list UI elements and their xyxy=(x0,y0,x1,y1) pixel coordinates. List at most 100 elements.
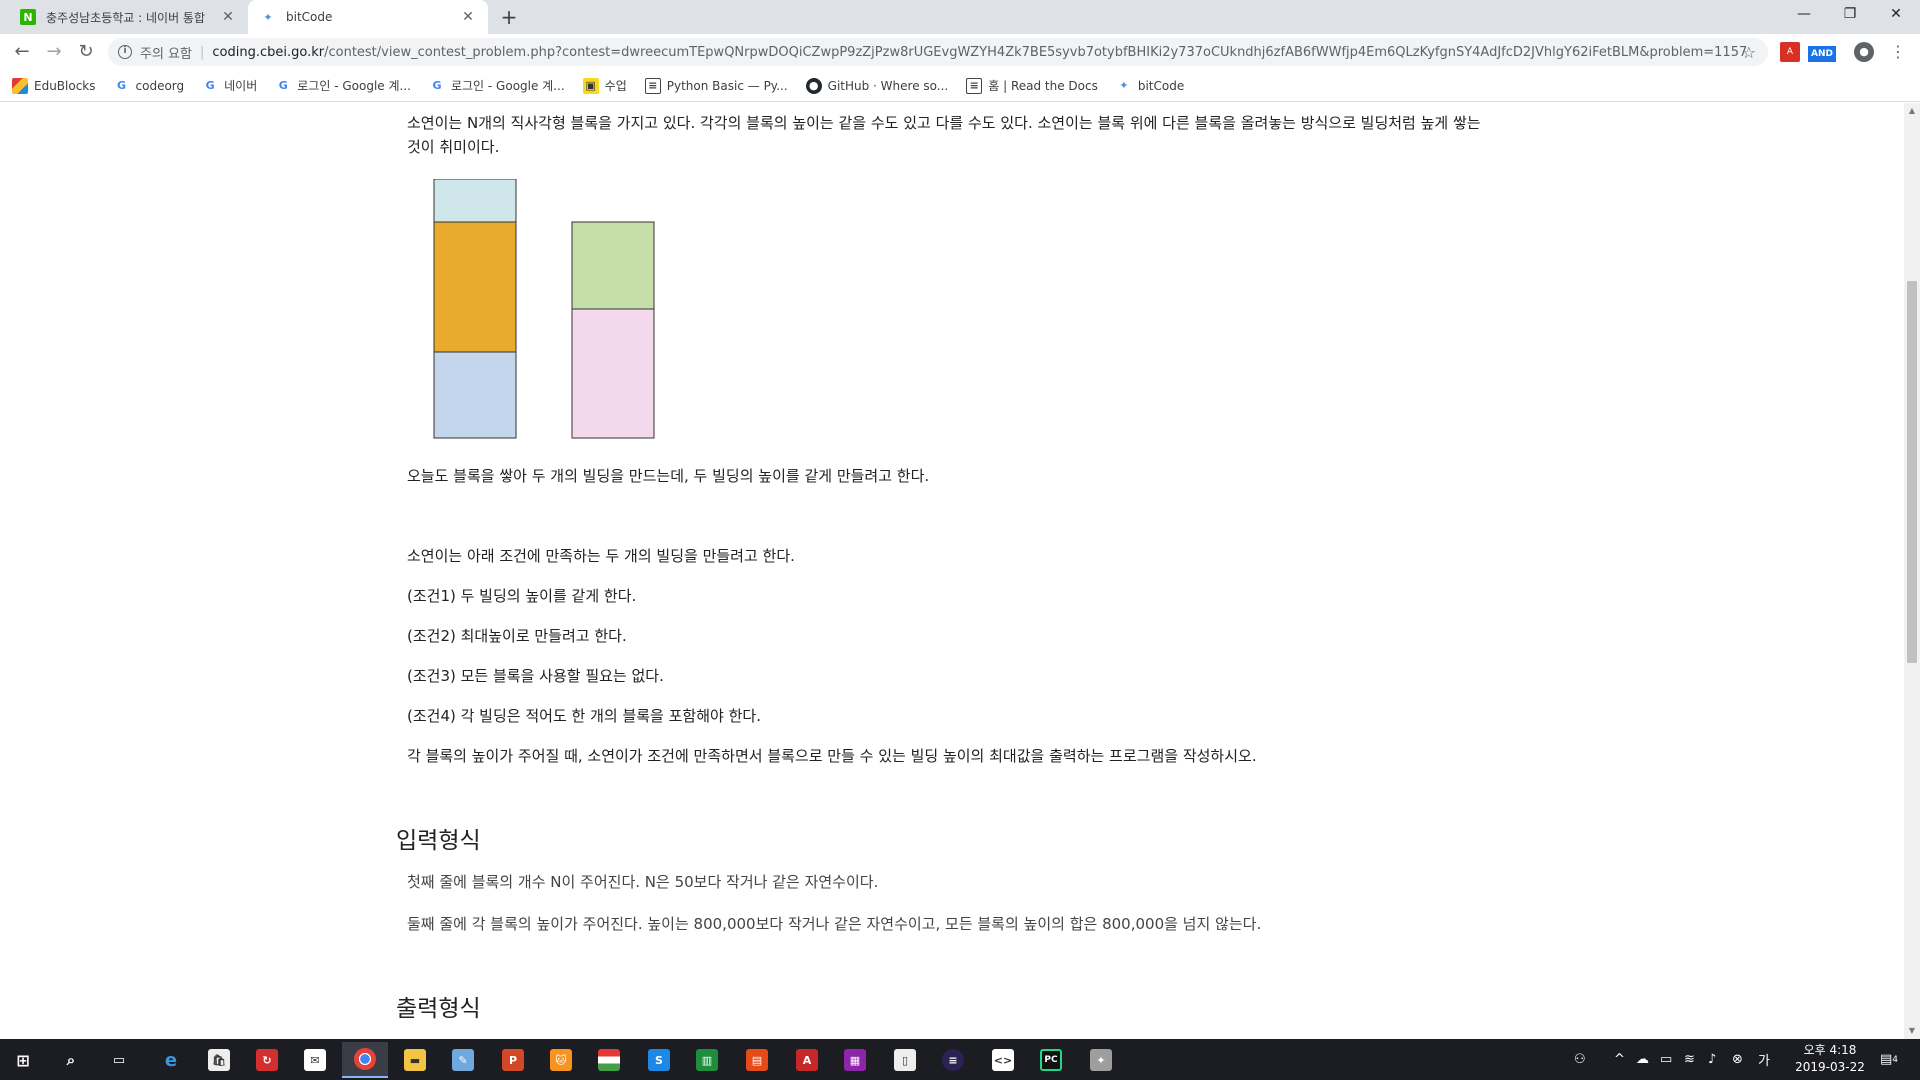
bookmark-readthedocs[interactable]: ≡ 홈 | Read the Docs xyxy=(966,77,1098,94)
taskbar-mail[interactable]: ✉ xyxy=(292,1042,338,1078)
tray-expand-icon[interactable]: ^ xyxy=(1614,1039,1625,1080)
menu-icon[interactable]: ⋮ xyxy=(1888,42,1908,62)
tab-naver[interactable]: N 충주성남초등학교 : 네이버 통합 ✕ xyxy=(8,0,248,34)
folder-icon: ▬ xyxy=(404,1049,426,1071)
taskbar-app-misc[interactable]: ✦ xyxy=(1078,1042,1124,1078)
info-icon[interactable]: i xyxy=(118,45,132,59)
action-center-icon[interactable]: ▤ 4 xyxy=(1880,1039,1898,1080)
bookmark-label: codeorg xyxy=(135,78,185,93)
bookmark-google-login-1[interactable]: G 로그인 - Google 계... xyxy=(275,77,411,94)
onedrive-icon[interactable]: ☁ xyxy=(1636,1039,1649,1080)
google-icon: G xyxy=(205,79,215,92)
taskbar-store[interactable]: 🛍 xyxy=(196,1042,242,1078)
bookmark-github[interactable]: ● GitHub · Where so... xyxy=(805,77,949,94)
bookmark-python-basic[interactable]: ≡ Python Basic — Py... xyxy=(644,77,788,94)
taskbar-app-blue[interactable]: ✎ xyxy=(440,1042,486,1078)
url-path: /contest/view_contest_problem.php?contes… xyxy=(324,44,1748,60)
taskbar-app-teal[interactable]: S xyxy=(636,1042,682,1078)
search-button[interactable]: ⌕ xyxy=(48,1042,94,1078)
block-right-top xyxy=(571,221,655,310)
block-left-bottom xyxy=(433,351,517,439)
taskbar-app-purple[interactable]: ▦ xyxy=(832,1042,878,1078)
bookmark-label: bitCode xyxy=(1137,78,1185,93)
windows-icon: ⊞ xyxy=(16,1050,30,1070)
bookmark-class[interactable]: ▣ 수업 xyxy=(582,77,627,94)
tab-bitcode[interactable]: ✦ bitCode ✕ xyxy=(248,0,488,34)
github-icon: ● xyxy=(805,77,822,94)
condition-1: (조건1) 두 빌딩의 높이를 같게 한다. xyxy=(407,587,637,605)
bookmark-codeorg[interactable]: Gcodeorg xyxy=(114,78,185,94)
taskbar-app-red[interactable]: ↻ xyxy=(244,1042,290,1078)
naver-icon: N xyxy=(20,9,36,25)
problem-content: 소연이는 N개의 직사각형 블록을 가지고 있다. 각각의 블록의 높이는 같을… xyxy=(0,103,1904,1039)
back-button[interactable]: ← xyxy=(10,40,34,64)
taskbar-sheets[interactable]: ▥ xyxy=(684,1042,730,1078)
store-icon: 🛍 xyxy=(208,1049,230,1071)
scroll-up-icon[interactable]: ▲ xyxy=(1904,103,1920,119)
taskbar-chrome[interactable] xyxy=(342,1042,388,1078)
bookmark-naver[interactable]: G 네이버 xyxy=(202,77,258,94)
start-button[interactable]: ⊞ xyxy=(0,1042,46,1078)
app-icon xyxy=(598,1049,620,1071)
close-window-button[interactable]: ✕ xyxy=(1868,0,1920,30)
tab-title: 충주성남초등학교 : 네이버 통합 xyxy=(46,10,206,25)
taskbar-app-stripe[interactable] xyxy=(586,1042,632,1078)
address-bar[interactable]: i 주의 요함 | coding.cbei.go.kr /contest/vie… xyxy=(108,38,1768,66)
input-line1: 첫째 줄에 블록의 개수 N이 주어진다. N은 50보다 작거나 같은 자연수… xyxy=(407,873,879,891)
reload-button[interactable]: ↻ xyxy=(74,40,98,64)
windows-taskbar: ⊞ ⌕ ▭ e 🛍 ↻ ✉ ▬ ✎ P 🐱 S ▥ ▤ A ▦ ▯ ≡ <> P… xyxy=(0,1039,1920,1080)
forward-button[interactable]: → xyxy=(42,40,66,64)
building-blocks-illustration xyxy=(433,179,655,439)
bookmark-label: 네이버 xyxy=(224,79,258,93)
google-icon: G xyxy=(432,79,442,92)
code-editor-icon: <> xyxy=(992,1049,1014,1071)
taskbar-code[interactable]: <> xyxy=(980,1042,1026,1078)
eclipse-icon: ≡ xyxy=(942,1049,964,1071)
tab-title: bitCode xyxy=(286,10,333,24)
wifi-icon[interactable]: ≋ xyxy=(1684,1039,1695,1080)
ime-icon[interactable]: 가 xyxy=(1758,1039,1770,1080)
taskbar-doc[interactable]: ▯ xyxy=(882,1042,928,1078)
disconnected-icon[interactable]: ⊗ xyxy=(1732,1039,1743,1080)
close-icon[interactable]: ✕ xyxy=(220,9,236,25)
task-view-button[interactable]: ▭ xyxy=(96,1042,142,1078)
close-icon[interactable]: ✕ xyxy=(460,9,476,25)
condition-4: (조건4) 각 빌딩은 적어도 한 개의 블록을 포함해야 한다. xyxy=(407,707,761,725)
taskbar-explorer[interactable]: ▬ xyxy=(392,1042,438,1078)
system-clock[interactable]: 오후 4:18 2019-03-22 xyxy=(1790,1042,1870,1076)
taskbar-slides[interactable]: ▤ xyxy=(734,1042,780,1078)
problem-line2: 소연이는 아래 조건에 만족하는 두 개의 빌딩을 만들려고 한다. xyxy=(407,547,795,565)
edublocks-icon xyxy=(12,77,28,94)
app-icon: S xyxy=(648,1049,670,1071)
battery-icon[interactable]: ▭ xyxy=(1660,1039,1672,1080)
bookmark-label: GitHub · Where so... xyxy=(827,78,949,93)
clock-time: 오후 4:18 xyxy=(1803,1043,1857,1057)
bookmark-star-icon[interactable]: ☆ xyxy=(1742,43,1756,62)
bookmark-bitcode[interactable]: ✦ bitCode xyxy=(1116,78,1184,94)
security-label: 주의 요함 xyxy=(140,46,192,62)
taskbar-pycharm[interactable]: PC xyxy=(1028,1042,1074,1078)
taskbar-edge[interactable]: e xyxy=(148,1042,194,1078)
new-tab-button[interactable]: + xyxy=(496,4,522,30)
and-extension-icon[interactable]: AND xyxy=(1808,46,1836,62)
notification-count: 4 xyxy=(1892,1054,1899,1065)
pycharm-icon: PC xyxy=(1040,1049,1062,1071)
vertical-scrollbar[interactable]: ▲ ▼ xyxy=(1904,103,1920,1039)
scroll-down-icon[interactable]: ▼ xyxy=(1904,1023,1920,1039)
bookmarks-bar: EduBlocks Gcodeorg G 네이버 G 로그인 - Google 계.… xyxy=(0,70,1920,102)
pdf-extension-icon[interactable]: A xyxy=(1780,42,1800,62)
google-icon: G xyxy=(117,79,127,92)
output-heading: 출력형식 xyxy=(396,996,481,1022)
slides-icon: ▤ xyxy=(746,1049,768,1071)
people-icon[interactable]: ⚇ xyxy=(1574,1039,1586,1080)
doc-icon: ≡ xyxy=(644,77,661,94)
volume-icon[interactable]: ♪ xyxy=(1708,1039,1716,1080)
bookmark-google-login-2[interactable]: G 로그인 - Google 계... xyxy=(429,77,564,94)
scrollbar-thumb[interactable] xyxy=(1907,281,1917,663)
account-icon[interactable]: ● xyxy=(1854,42,1874,62)
taskbar-powerpoint[interactable]: P xyxy=(490,1042,536,1078)
taskbar-scratch[interactable]: 🐱 xyxy=(538,1042,584,1078)
taskbar-eclipse[interactable]: ≡ xyxy=(930,1042,976,1078)
taskbar-app-red2[interactable]: A xyxy=(784,1042,830,1078)
bookmark-edublocks[interactable]: EduBlocks xyxy=(12,77,96,94)
